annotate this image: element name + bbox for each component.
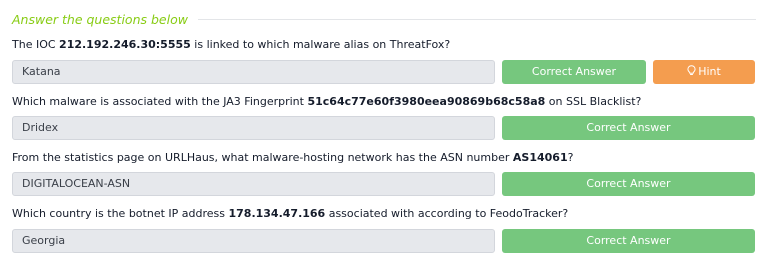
question-1-answer-field[interactable]: Katana	[12, 60, 495, 84]
question-3-correct-answer-button[interactable]: Correct Answer	[502, 172, 755, 196]
hint-button-label: Hint	[698, 65, 721, 78]
section-header: Answer the questions below	[12, 10, 756, 28]
question-1-ioc: 212.192.246.30:5555	[59, 38, 191, 51]
question-1-text: The IOC 212.192.246.30:5555 is linked to…	[12, 38, 451, 51]
question-3-answer-field[interactable]: DIGITALOCEAN-ASN	[12, 172, 495, 196]
question-4-correct-answer-button[interactable]: Correct Answer	[502, 229, 755, 253]
question-2-ja3: 51c64c77e60f3980eea90869b68c58a8	[307, 95, 546, 108]
question-2-correct-answer-button[interactable]: Correct Answer	[502, 116, 755, 140]
question-2-text: Which malware is associated with the JA3…	[12, 95, 642, 108]
lightbulb-icon	[687, 60, 696, 84]
question-1-hint-button[interactable]: Hint	[653, 60, 755, 84]
question-3-asn: AS14061	[512, 151, 568, 164]
question-1-correct-answer-button[interactable]: Correct Answer	[502, 60, 646, 84]
question-4-text: Which country is the botnet IP address 1…	[12, 207, 569, 220]
question-4-answer-field[interactable]: Georgia	[12, 229, 495, 253]
question-3-text: From the statistics page on URLHaus, wha…	[12, 151, 574, 164]
section-divider	[197, 18, 756, 20]
question-4-ip: 178.134.47.166	[228, 207, 326, 220]
section-title: Answer the questions below	[12, 11, 188, 27]
question-2-answer-field[interactable]: Dridex	[12, 116, 495, 140]
